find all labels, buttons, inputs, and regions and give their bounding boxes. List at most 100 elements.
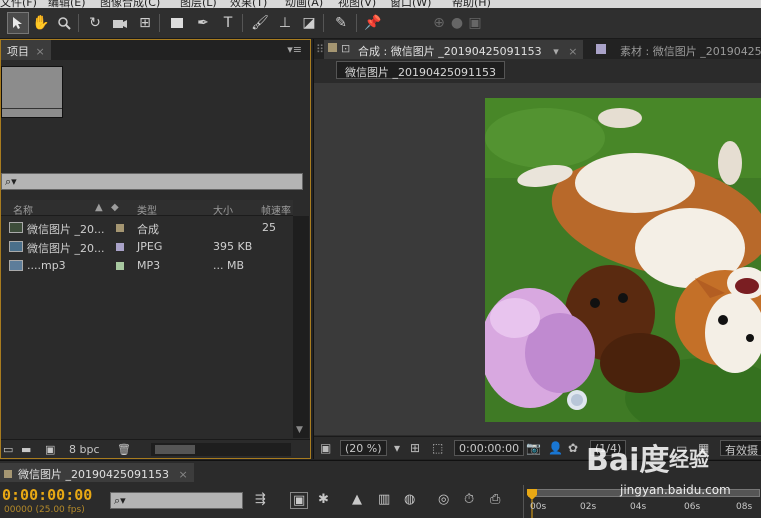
- project-horizontal-scrollbar[interactable]: [151, 443, 291, 456]
- rectangle-tool-icon[interactable]: [166, 12, 188, 34]
- ruler-tick: 08s: [736, 502, 753, 512]
- column-size[interactable]: 大小: [213, 202, 233, 217]
- timeline-current-time[interactable]: 0:00:00:00: [2, 486, 92, 504]
- pan-behind-tool-icon[interactable]: ⊞: [134, 12, 156, 34]
- ruler-tick: 00s: [530, 502, 547, 512]
- column-type[interactable]: 类型: [137, 202, 157, 217]
- draft-3d-icon[interactable]: ✱: [318, 492, 329, 507]
- zoom-tool-icon[interactable]: [53, 12, 75, 34]
- lock-icon[interactable]: [328, 43, 337, 52]
- comp-mini-flowchart-icon[interactable]: ⇶: [255, 492, 266, 507]
- frame-rate-readout: 00000 (25.00 fps): [4, 505, 85, 515]
- chevron-down-icon[interactable]: ▾: [553, 45, 559, 58]
- composition-tabbar: ⠿ ⊡ 合成 : 微信图片 _20190425091153 ▾ × 素材 : 微…: [314, 39, 761, 59]
- pen-tool-icon[interactable]: ✒: [192, 12, 214, 34]
- column-fps[interactable]: 帧速率: [261, 202, 291, 217]
- magnification-dropdown[interactable]: (20 %): [340, 440, 387, 456]
- menu-window[interactable]: 窗口(W): [390, 0, 431, 8]
- live-update-icon[interactable]: ▣: [290, 492, 309, 509]
- composition-viewer[interactable]: [314, 83, 761, 435]
- trash-icon[interactable]: 🗑: [117, 443, 131, 456]
- axis-view-icon[interactable]: ▣: [464, 12, 486, 34]
- column-name[interactable]: 名称: [13, 202, 33, 217]
- menu-help[interactable]: 帮助(H): [452, 0, 491, 8]
- mask-visibility-icon[interactable]: ⬚: [432, 441, 443, 455]
- row-fps: 25: [262, 221, 276, 234]
- show-snapshot-icon[interactable]: 👤: [548, 441, 563, 455]
- current-time-field[interactable]: 0:00:00:00: [454, 440, 525, 456]
- text-tool-icon[interactable]: T: [217, 12, 239, 34]
- project-footer: ▭ ▬ ▣ 8 bpc 🗑: [1, 439, 310, 458]
- label-swatch[interactable]: [116, 262, 124, 270]
- hand-tool-icon[interactable]: ✋: [30, 12, 52, 34]
- work-area-bar[interactable]: [528, 489, 760, 497]
- timeline-search-input[interactable]: ⌕▾: [110, 492, 243, 509]
- row-size: 395 KB: [213, 240, 253, 253]
- table-row[interactable]: ....mp3 MP3 ... MB: [1, 256, 293, 275]
- interpret-footage-icon[interactable]: ▭: [3, 443, 13, 456]
- composition-navigator-tab[interactable]: 微信图片 _20190425091153: [336, 61, 505, 79]
- stopwatch-icon[interactable]: ⏱: [464, 492, 474, 507]
- scroll-down-icon[interactable]: ▼: [296, 425, 303, 435]
- label-swatch[interactable]: [116, 243, 124, 251]
- table-row[interactable]: 微信图片 _20... JPEG 395 KB: [1, 237, 293, 256]
- menu-file[interactable]: 文件(F): [0, 0, 37, 8]
- menu-edit[interactable]: 编辑(E): [48, 0, 86, 8]
- close-icon[interactable]: ×: [36, 45, 45, 58]
- menu-composition[interactable]: 图像合成(C): [100, 0, 160, 8]
- tab-composition[interactable]: ⊡ 合成 : 微信图片 _20190425091153 ▾ ×: [324, 40, 584, 59]
- eraser-tool-icon[interactable]: ◪: [298, 12, 320, 34]
- project-vertical-scrollbar[interactable]: ▼: [293, 216, 309, 438]
- menu-layer[interactable]: 图层(L): [180, 0, 217, 8]
- brainstorm-icon[interactable]: ⎙: [490, 492, 500, 507]
- color-channels-icon[interactable]: ✿: [568, 441, 578, 455]
- label-tag-icon[interactable]: ◆: [111, 202, 119, 213]
- project-search-input[interactable]: ⌕▾: [1, 173, 303, 190]
- snapshot-icon[interactable]: 📷: [526, 441, 541, 455]
- composition-icon: ⊡: [341, 42, 351, 55]
- audio-file-icon: [9, 260, 23, 271]
- active-camera-dropdown[interactable]: 有效摄: [720, 440, 761, 457]
- frame-blending-icon[interactable]: ▥: [378, 492, 390, 507]
- new-composition-icon[interactable]: ▣: [45, 443, 55, 456]
- scroll-thumb[interactable]: [155, 445, 195, 454]
- camera-tool-icon[interactable]: [109, 12, 131, 34]
- row-name: 微信图片 _20...: [27, 242, 105, 255]
- row-type: 合成: [137, 223, 159, 236]
- new-folder-icon[interactable]: ▬: [21, 443, 31, 456]
- selection-tool-icon[interactable]: [7, 12, 29, 34]
- clone-stamp-tool-icon[interactable]: ⊥: [274, 12, 296, 34]
- menu-view[interactable]: 视图(V): [338, 0, 376, 8]
- safe-margins-icon[interactable]: ⊞: [410, 441, 420, 455]
- footage-swatch-icon: [596, 44, 606, 54]
- close-icon[interactable]: ×: [568, 45, 577, 58]
- region-of-interest-icon[interactable]: ▭: [676, 441, 687, 455]
- close-icon[interactable]: ×: [178, 468, 187, 481]
- transparency-grid-icon[interactable]: ▦: [698, 441, 709, 455]
- menu-animation[interactable]: 动画(A): [285, 0, 323, 8]
- rotation-tool-icon[interactable]: ↻: [84, 12, 106, 34]
- tab-project[interactable]: 项目 ×: [1, 40, 51, 60]
- tab-footage[interactable]: 素材 : 微信图片 _20190425091: [594, 40, 761, 59]
- table-row[interactable]: 微信图片 _20... 合成 25: [1, 218, 293, 237]
- panel-menu-icon[interactable]: ▾≡: [287, 43, 302, 56]
- bpc-label[interactable]: 8 bpc: [69, 443, 100, 456]
- label-swatch[interactable]: [116, 224, 124, 232]
- time-ruler[interactable]: 00s 02s 04s 06s 08s: [523, 485, 761, 518]
- toolbar-divider: [323, 14, 324, 32]
- roto-brush-tool-icon[interactable]: ✎: [330, 12, 352, 34]
- tab-timeline[interactable]: 微信图片 _20190425091153 ×: [0, 463, 194, 482]
- project-thumbnail: [1, 66, 63, 118]
- always-preview-icon[interactable]: ▣: [320, 441, 331, 455]
- ruler-tick: 04s: [630, 502, 647, 512]
- resolution-dropdown[interactable]: (1/4): [590, 440, 627, 456]
- hide-shy-layers-icon[interactable]: ▲: [352, 492, 362, 507]
- motion-blur-icon[interactable]: ◍: [404, 492, 415, 507]
- brush-tool-icon[interactable]: 🖌: [249, 12, 271, 34]
- project-tabbar: 项目 × ▾≡: [1, 40, 310, 60]
- menu-effect[interactable]: 效果(T): [230, 0, 267, 8]
- chevron-down-icon[interactable]: ▾: [394, 441, 400, 455]
- puppet-pin-tool-icon[interactable]: 📌: [362, 12, 384, 34]
- tab-footage-label: 素材 : 微信图片 _20190425091: [620, 45, 761, 58]
- graph-editor-icon[interactable]: ◎: [438, 492, 449, 507]
